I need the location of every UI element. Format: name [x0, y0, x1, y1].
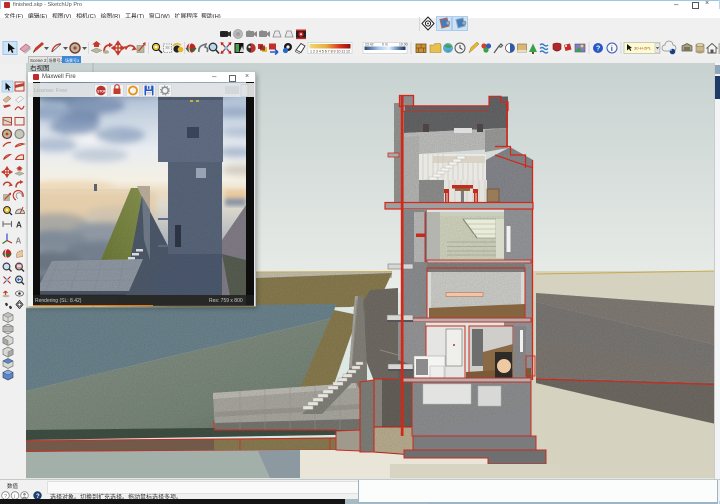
- svg-text:0 m: 0 m: [382, 43, 388, 47]
- svg-text:30-H-2PL: 30-H-2PL: [634, 46, 652, 51]
- svg-text:10.00: 10.00: [399, 43, 408, 47]
- svg-text:1 2 3 4 5 6 7 8 9 10 11 12: 1 2 3 4 5 6 7 8 9 10 11 12: [310, 50, 350, 54]
- svg-text:右视图: 右视图: [30, 63, 50, 72]
- svg-text:STOP: STOP: [97, 89, 106, 93]
- svg-text:23.42: 23.42: [365, 43, 374, 47]
- svg-text:Res: 759 x 800: Res: 759 x 800: [209, 298, 243, 304]
- svg-text:A: A: [16, 237, 22, 246]
- svg-text:A: A: [16, 221, 22, 230]
- svg-text:?: ?: [596, 46, 600, 53]
- svg-text:i: i: [611, 44, 613, 53]
- svg-text:Rendering (SL: 8.42): Rendering (SL: 8.42): [35, 298, 82, 304]
- svg-text:License: Free: License: Free: [34, 88, 67, 94]
